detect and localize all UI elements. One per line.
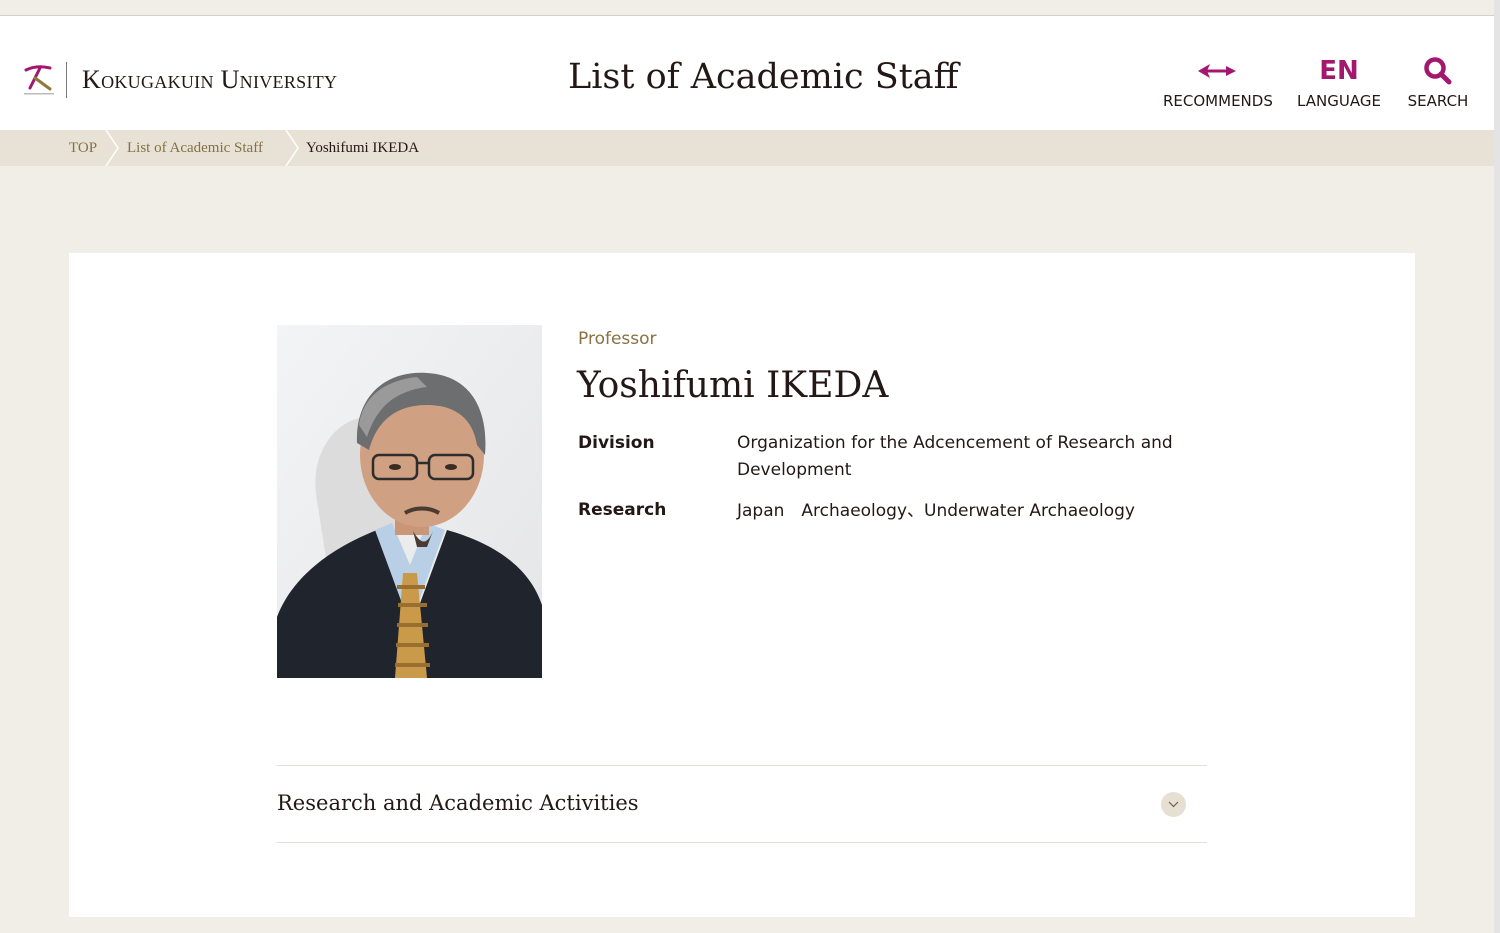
breadcrumb-current: Yoshifumi IKEDA [306,140,420,156]
page-title: List of Academic Staff [568,57,959,97]
accordion-toggle[interactable] [1161,792,1186,817]
research-label: Research [578,500,667,520]
recommends-button[interactable]: RECOMMENDS [1163,54,1273,110]
arrow-left-icon [1198,64,1236,78]
search-label: SEARCH [1407,92,1469,110]
research-activities-accordion[interactable]: Research and Academic Activities [277,765,1207,843]
research-value: Japan Archaeology、Underwater Archaeology [737,501,1135,521]
scrollbar-track[interactable] [1494,0,1500,933]
breadcrumb-separator-icon [285,130,299,166]
language-label: LANGUAGE [1297,92,1381,110]
logo-wordmark: Kokugakuin University [82,65,338,94]
recommends-label: RECOMMENDS [1163,92,1273,110]
profile-name: Yoshifumi IKEDA [577,365,889,406]
division-value: Organization for the Adcencement of Rese… [737,433,1173,480]
profile-card: Professor Yoshifumi IKEDA Division Organ… [69,253,1415,917]
site-header: Kokugakuin University List of Academic S… [0,16,1494,130]
profile-role: Professor [578,329,657,349]
section-divider [277,842,1207,843]
university-logo[interactable]: Kokugakuin University [22,60,337,100]
profile-photo [277,325,542,678]
language-code: EN [1319,56,1359,86]
portrait-image [277,325,542,678]
logo-divider [66,62,67,98]
accordion-title: Research and Academic Activities [277,791,639,815]
breadcrumb-separator-icon [105,130,119,166]
k-mark-icon [24,65,54,95]
division-label: Division [578,433,655,453]
chevron-down-icon [1168,801,1179,808]
language-button[interactable]: EN LANGUAGE [1297,54,1381,110]
breadcrumb: TOP List of Academic Staff Yoshifumi IKE… [0,130,1494,166]
breadcrumb-top[interactable]: TOP [69,130,97,166]
breadcrumb-staff-list[interactable]: List of Academic Staff [127,130,263,166]
search-icon [1424,57,1452,85]
search-button[interactable]: SEARCH [1406,54,1470,110]
